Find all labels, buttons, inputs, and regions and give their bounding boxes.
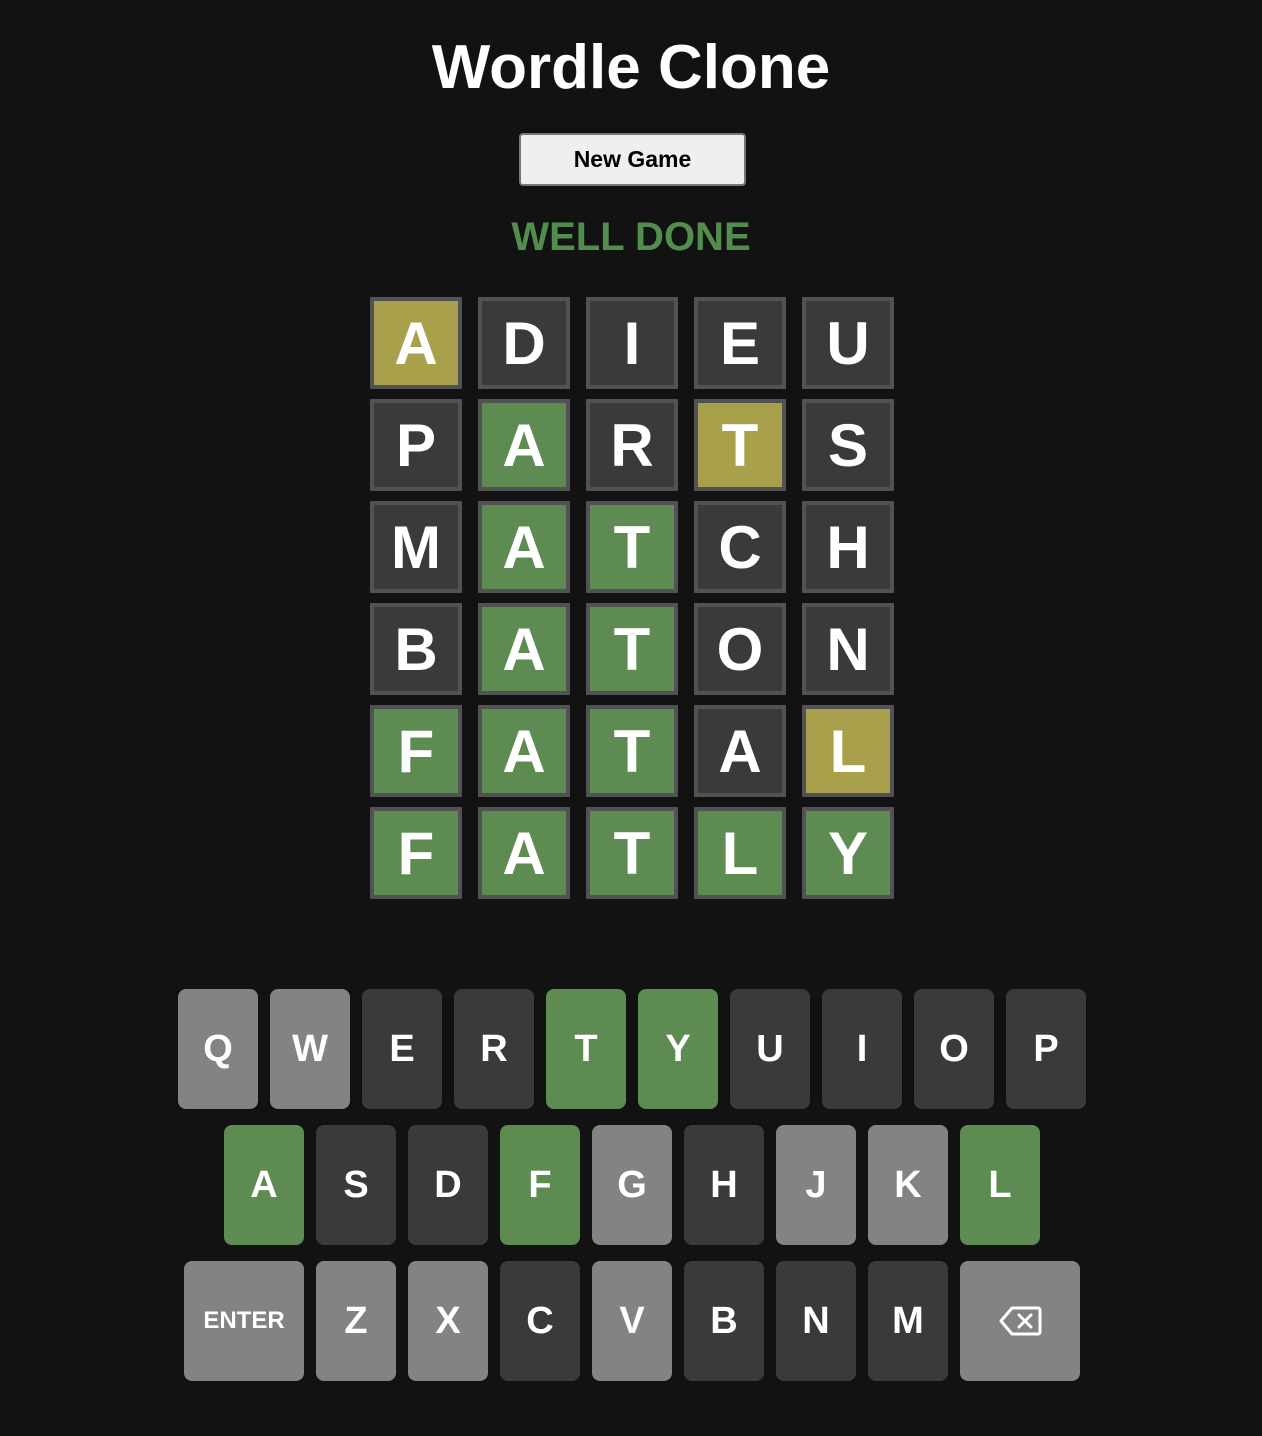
- key-h[interactable]: H: [684, 1125, 764, 1245]
- key-b[interactable]: B: [684, 1261, 764, 1381]
- tile: F: [370, 705, 462, 797]
- status-message: WELL DONE: [511, 215, 751, 259]
- key-p[interactable]: P: [1006, 989, 1086, 1109]
- keyboard-row-1: QWERTYUIOP: [178, 989, 1086, 1109]
- tile: P: [370, 399, 462, 491]
- key-g[interactable]: G: [592, 1125, 672, 1245]
- key-w[interactable]: W: [270, 989, 350, 1109]
- key-v[interactable]: V: [592, 1261, 672, 1381]
- key-d[interactable]: D: [408, 1125, 488, 1245]
- enter-key[interactable]: ENTER: [184, 1261, 304, 1381]
- key-t[interactable]: T: [546, 989, 626, 1109]
- key-n[interactable]: N: [776, 1261, 856, 1381]
- tile: F: [370, 807, 462, 899]
- new-game-button[interactable]: New Game: [519, 133, 746, 186]
- tile: C: [694, 501, 786, 593]
- key-k[interactable]: K: [868, 1125, 948, 1245]
- board-row: PARTS: [370, 399, 894, 491]
- tile: R: [586, 399, 678, 491]
- key-i[interactable]: I: [822, 989, 902, 1109]
- tile: A: [478, 603, 570, 695]
- tile: S: [802, 399, 894, 491]
- tile: T: [586, 705, 678, 797]
- guess-board: ADIEUPARTSMATCHBATONFATALFATLY: [370, 297, 894, 909]
- key-c[interactable]: C: [500, 1261, 580, 1381]
- tile: T: [586, 501, 678, 593]
- tile: O: [694, 603, 786, 695]
- game-page: Wordle Clone New Game WELL DONE ADIEUPAR…: [0, 0, 1262, 1436]
- tile: L: [802, 705, 894, 797]
- key-o[interactable]: O: [914, 989, 994, 1109]
- tile: U: [802, 297, 894, 389]
- key-r[interactable]: R: [454, 989, 534, 1109]
- tile: M: [370, 501, 462, 593]
- tile: A: [478, 501, 570, 593]
- key-m[interactable]: M: [868, 1261, 948, 1381]
- board-row: FATAL: [370, 705, 894, 797]
- backspace-icon: [999, 1306, 1042, 1336]
- tile: L: [694, 807, 786, 899]
- key-a[interactable]: A: [224, 1125, 304, 1245]
- tile: T: [586, 807, 678, 899]
- key-u[interactable]: U: [730, 989, 810, 1109]
- keyboard-row-3: ENTER Z X C V B N M: [184, 1261, 1080, 1381]
- tile: A: [694, 705, 786, 797]
- page-title: Wordle Clone: [431, 33, 831, 102]
- tile: A: [478, 807, 570, 899]
- tile: I: [586, 297, 678, 389]
- board-row: FATLY: [370, 807, 894, 899]
- tile: T: [586, 603, 678, 695]
- key-s[interactable]: S: [316, 1125, 396, 1245]
- tile: Y: [802, 807, 894, 899]
- board-row: BATON: [370, 603, 894, 695]
- board-row: MATCH: [370, 501, 894, 593]
- key-z[interactable]: Z: [316, 1261, 396, 1381]
- tile: A: [478, 705, 570, 797]
- keyboard-row-2: ASDFGHJKL: [224, 1125, 1040, 1245]
- key-e[interactable]: E: [362, 989, 442, 1109]
- key-y[interactable]: Y: [638, 989, 718, 1109]
- tile: N: [802, 603, 894, 695]
- key-q[interactable]: Q: [178, 989, 258, 1109]
- key-f[interactable]: F: [500, 1125, 580, 1245]
- tile: D: [478, 297, 570, 389]
- key-j[interactable]: J: [776, 1125, 856, 1245]
- key-x[interactable]: X: [408, 1261, 488, 1381]
- tile: B: [370, 603, 462, 695]
- backspace-key[interactable]: [960, 1261, 1080, 1381]
- tile: A: [478, 399, 570, 491]
- key-l[interactable]: L: [960, 1125, 1040, 1245]
- tile: T: [694, 399, 786, 491]
- tile: A: [370, 297, 462, 389]
- board-row: ADIEU: [370, 297, 894, 389]
- tile: H: [802, 501, 894, 593]
- tile: E: [694, 297, 786, 389]
